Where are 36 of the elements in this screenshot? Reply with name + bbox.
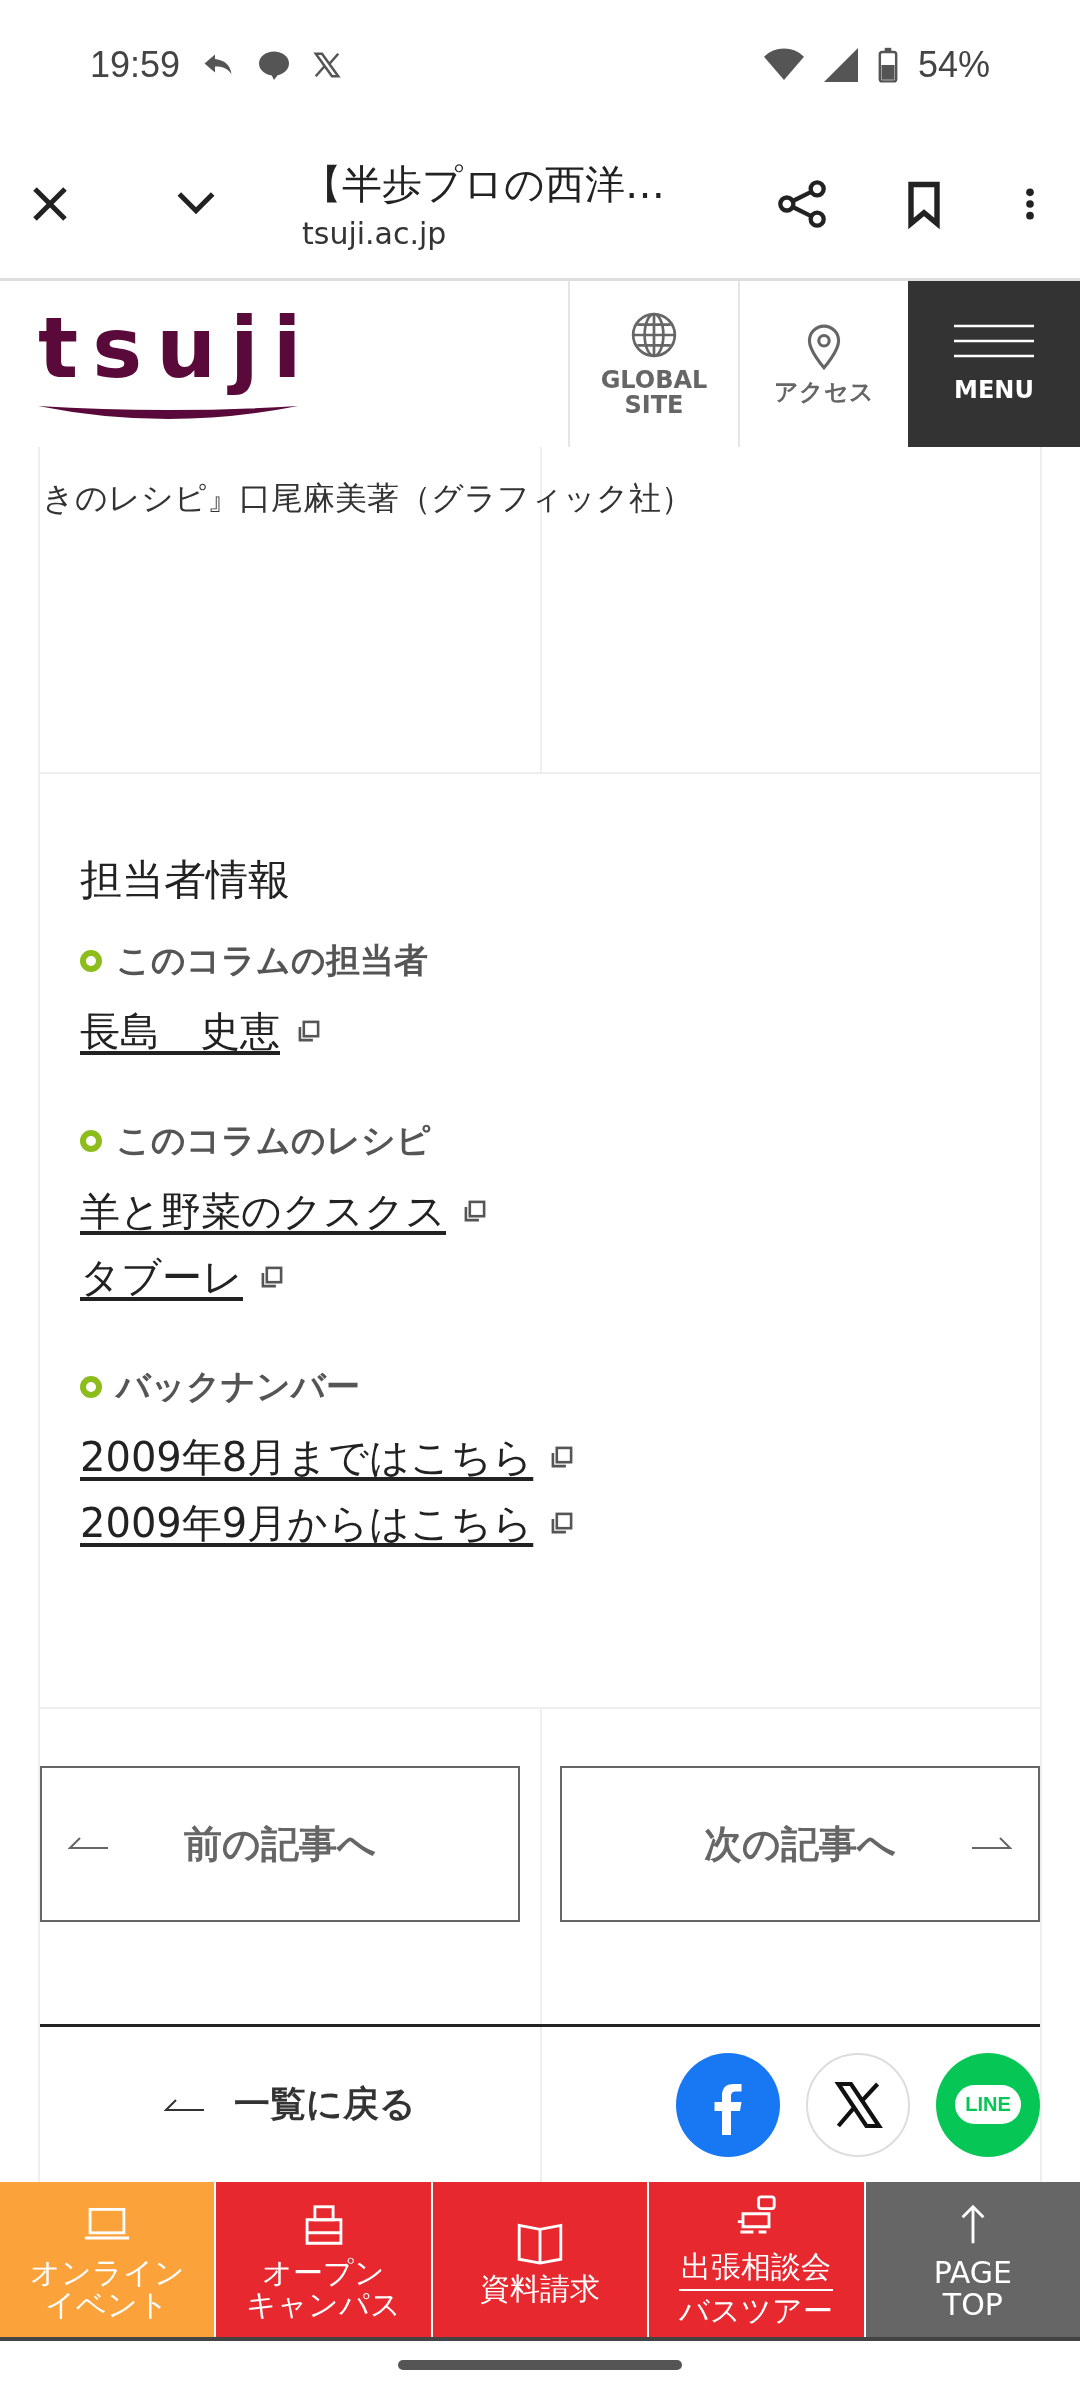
bullet-icon (80, 950, 102, 972)
clock: 19:59 (90, 44, 181, 86)
footer-nav-button[interactable]: 資料請求 (432, 2182, 648, 2337)
menu-icon (954, 324, 1034, 358)
wifi-icon (763, 48, 804, 82)
footer-nav-button[interactable]: PAGE TOP (865, 2182, 1080, 2337)
section-heading: 担当者情報 (80, 854, 291, 906)
global-site-button[interactable]: GLOBAL SITE (568, 281, 738, 447)
signal-icon (823, 48, 858, 82)
group-title: このコラムのレシピ (116, 1119, 431, 1162)
battery-level: 54% (917, 44, 990, 86)
footer-nav-button[interactable]: オープン キャンパス (216, 2182, 431, 2337)
external-link-icon (259, 1264, 285, 1290)
site-logo[interactable]: tsuji (38, 306, 316, 422)
bullet-icon (80, 1130, 102, 1152)
previous-article-button[interactable]: 前の記事へ (40, 1766, 520, 1922)
link[interactable]: 長島 史恵 (80, 1003, 280, 1059)
group-title: このコラムの担当者 (116, 939, 428, 982)
link[interactable]: 2009年9月からはこちら (80, 1495, 534, 1551)
x-logo-icon (312, 50, 343, 80)
external-link-icon (296, 1018, 322, 1044)
url-text: tsuji.ac.jp (302, 216, 448, 251)
menu-button[interactable]: MENU (908, 281, 1080, 447)
share-icon[interactable] (776, 178, 828, 230)
page-title: 【半歩プロの西洋… (302, 160, 666, 209)
link[interactable]: 羊と野菜のクスクス (80, 1183, 446, 1239)
book-reference: きのレシピ』口尾麻美著（グラフィック社） (42, 478, 693, 519)
next-article-button[interactable]: 次の記事へ (560, 1766, 1040, 1922)
group-title: バックナンバー (116, 1365, 360, 1408)
bullet-icon (80, 1376, 102, 1398)
battery-icon (877, 47, 898, 83)
link[interactable]: 2009年8月まではこちら (80, 1429, 534, 1485)
footer-nav-button[interactable]: 出張相談会 バスツアー (649, 2182, 864, 2337)
back-to-list-link[interactable]: 一覧に戻る (234, 2080, 416, 2129)
external-link-icon (462, 1198, 488, 1224)
link[interactable]: タブーレ (80, 1249, 243, 1305)
